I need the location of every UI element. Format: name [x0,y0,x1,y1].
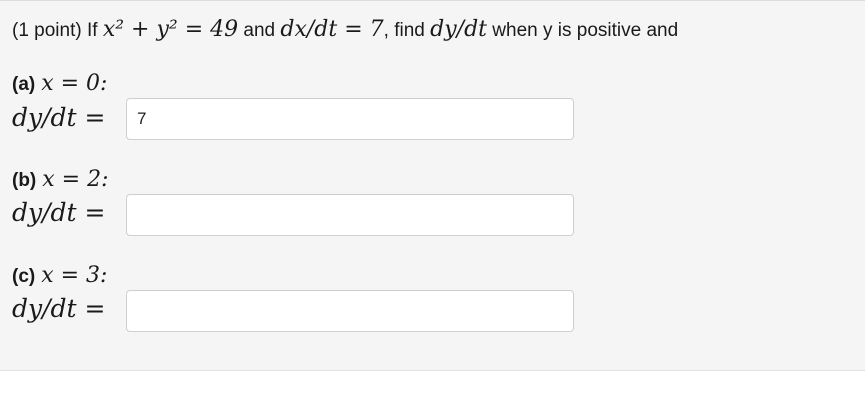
part-a-condition: x = 0: [41,71,108,96]
part-a-answer-input[interactable] [126,98,574,140]
divider [0,0,865,1]
part-c-label: dy/dt = [12,294,106,323]
part-b-letter: (b) [12,170,37,191]
question-mid: , find [383,20,425,41]
part-a-heading: (a) x = 0: [12,71,107,96]
question-suffix: when y is positive and [492,20,679,41]
problem-panel: (1 point) If x² + y² = 49 and dx/dt = 7 … [0,0,865,371]
part-a-letter: (a) [12,74,36,95]
question-target: dy/dt [430,17,487,42]
equation-rate: dx/dt = 7 [280,17,384,42]
part-b-answer-input[interactable] [126,194,574,236]
part-b-heading: (b) x = 2: [12,167,109,192]
part-c-answer-input[interactable] [126,290,574,332]
part-c-letter: (c) [12,266,36,287]
part-c-heading: (c) x = 3: [12,263,107,288]
question-text: (1 point) If x² + y² = 49 and dx/dt = 7 … [12,17,678,42]
part-b-condition: x = 2: [42,167,109,192]
part-c-condition: x = 3: [41,263,108,288]
question-and: and [243,20,276,41]
question-prefix: (1 point) If [12,20,98,41]
part-a-label: dy/dt = [12,103,106,132]
equation-circle: x² + y² = 49 [102,17,239,42]
part-b-label: dy/dt = [12,198,106,227]
